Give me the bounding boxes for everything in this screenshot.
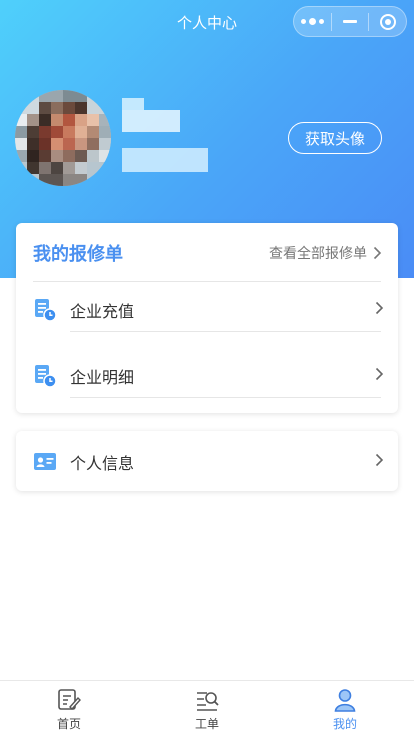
chevron-right-icon	[375, 367, 384, 381]
id-card-icon	[34, 453, 56, 470]
view-all-link[interactable]: 查看全部报修单	[269, 243, 382, 263]
more-dots-icon	[300, 18, 324, 25]
chevron-right-icon	[373, 246, 382, 260]
personal-info-card: 个人信息	[16, 431, 398, 491]
page-title: 个人中心	[176, 13, 237, 32]
user-id-placeholder	[122, 148, 208, 172]
edit-doc-icon	[58, 689, 81, 711]
tab-label: 工单	[194, 717, 219, 731]
list-item-personal-info[interactable]: 个人信息	[16, 436, 398, 486]
list-search-icon	[197, 692, 219, 711]
list-item-label: 个人信息	[70, 454, 135, 473]
tab-label: 我的	[332, 717, 357, 731]
tab-bar: 首页 工单 我的	[0, 680, 414, 737]
nickname-placeholder	[122, 98, 144, 110]
divider	[70, 331, 381, 332]
chevron-right-icon	[375, 453, 384, 467]
chevron-right-icon	[375, 301, 384, 315]
target-icon	[379, 13, 396, 30]
list-item-label: 企业明细	[70, 368, 135, 387]
tab-home[interactable]: 首页	[0, 681, 138, 737]
view-all-label: 查看全部报修单	[269, 246, 367, 262]
doc-clock-icon	[35, 299, 57, 322]
card-header: 我的报修单 查看全部报修单	[16, 223, 398, 281]
list-item-enterprise-details[interactable]: 企业明细	[16, 350, 398, 400]
list-item-label: 企业充值	[70, 302, 135, 321]
divider	[33, 281, 381, 282]
navbar: 个人中心	[0, 0, 414, 44]
person-icon	[334, 689, 356, 712]
avatar[interactable]	[15, 90, 111, 186]
divider	[70, 397, 381, 398]
card-title: 我的报修单	[33, 244, 123, 265]
minus-icon	[343, 20, 357, 23]
tab-orders[interactable]: 工单	[138, 681, 276, 737]
doc-clock-icon	[35, 365, 57, 388]
minimize-button[interactable]	[332, 7, 369, 36]
close-program-button[interactable]	[369, 7, 406, 36]
repair-orders-card: 我的报修单 查看全部报修单 企业充值 企业明细	[16, 223, 398, 413]
tab-mine[interactable]: 我的	[276, 681, 414, 737]
more-button[interactable]	[294, 7, 331, 36]
tab-label: 首页	[56, 717, 81, 731]
get-avatar-button[interactable]: 获取头像	[288, 122, 382, 154]
nickname-placeholder	[122, 110, 180, 132]
list-item-enterprise-recharge[interactable]: 企业充值	[16, 284, 398, 334]
mini-program-capsule	[293, 6, 407, 37]
